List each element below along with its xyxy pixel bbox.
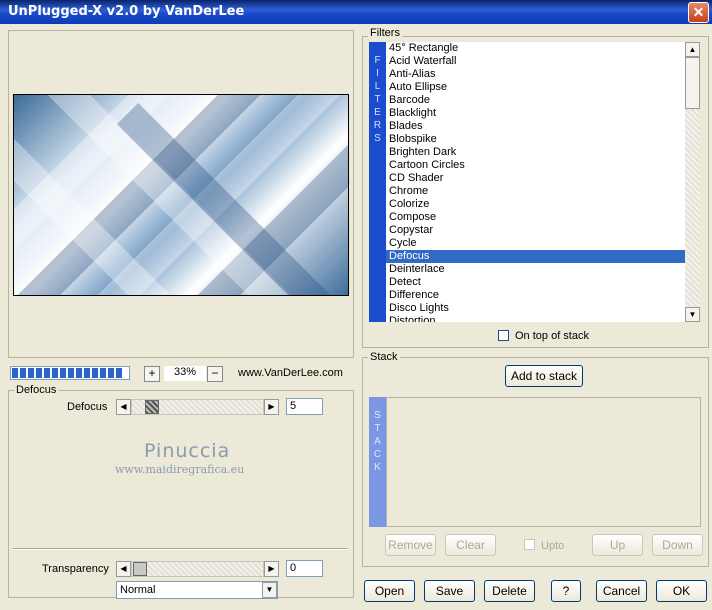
help-button[interactable]: ?	[551, 580, 581, 602]
filter-item[interactable]: Deinterlace	[386, 263, 685, 276]
watermark-url: www.maidiregrafica.eu	[115, 463, 245, 476]
progress-bar	[10, 366, 130, 380]
blend-mode-value: Normal	[120, 584, 156, 596]
close-button[interactable]: ✕	[688, 2, 709, 23]
vertical-letter: I	[376, 68, 379, 79]
filter-item[interactable]: Copystar	[386, 224, 685, 237]
vertical-letter: C	[373, 449, 382, 460]
upto-label: Upto	[541, 540, 565, 552]
watermark-name: Pinuccia	[144, 440, 231, 462]
remove-button[interactable]: Remove	[385, 534, 436, 556]
left-arrow-icon: ◀	[120, 564, 127, 573]
transparency-slider-thumb[interactable]	[133, 562, 147, 576]
open-button[interactable]: Open	[364, 580, 415, 602]
transparency-value-input[interactable]: 0	[286, 560, 323, 577]
right-arrow-icon: ▶	[268, 402, 275, 411]
stack-list[interactable]	[386, 397, 701, 527]
down-button[interactable]: Down	[652, 534, 703, 556]
title-bar[interactable]: UnPlugged-X v2.0 by VanDerLee ✕	[0, 0, 712, 24]
window-title: UnPlugged-X v2.0 by VanDerLee	[8, 4, 245, 19]
vertical-letter: F	[374, 55, 381, 66]
cancel-button[interactable]: Cancel	[596, 580, 647, 602]
settings-legend: Defocus	[14, 384, 59, 396]
right-arrow-icon: ▶	[268, 564, 275, 573]
zoom-value: 33%	[164, 366, 206, 381]
transparency-decrease-button[interactable]: ◀	[116, 561, 131, 577]
filters-legend: Filters	[368, 27, 402, 39]
scroll-up-button[interactable]: ▲	[685, 42, 700, 57]
transparency-increase-button[interactable]: ▶	[264, 561, 279, 577]
defocus-label: Defocus	[67, 401, 108, 413]
scroll-down-icon: ▼	[688, 310, 697, 319]
on-top-label: On top of stack	[515, 330, 589, 342]
filter-item[interactable]: Anti-Alias	[386, 68, 685, 81]
filter-item[interactable]: Blobspike	[386, 133, 685, 146]
scroll-down-button[interactable]: ▼	[685, 307, 700, 322]
transparency-label: Transparency	[42, 563, 109, 575]
filter-item[interactable]: Compose	[386, 211, 685, 224]
filter-item[interactable]: Disco Lights	[386, 302, 685, 315]
transparency-slider-track[interactable]	[131, 561, 264, 577]
vertical-letter: E	[374, 107, 381, 118]
minus-icon: −	[211, 366, 219, 380]
filter-item[interactable]: Blacklight	[386, 107, 685, 120]
defocus-increase-button[interactable]: ▶	[264, 399, 279, 415]
plus-icon: +	[148, 366, 156, 380]
filter-item[interactable]: Detect	[386, 276, 685, 289]
clear-button[interactable]: Clear	[445, 534, 496, 556]
filter-item[interactable]: Cartoon Circles	[386, 159, 685, 172]
scroll-up-icon: ▲	[688, 45, 697, 54]
add-to-stack-button[interactable]: Add to stack	[505, 365, 583, 387]
divider	[12, 548, 348, 550]
vertical-letter: R	[373, 120, 382, 131]
save-button[interactable]: Save	[424, 580, 475, 602]
blend-mode-select[interactable]: Normal ▼	[116, 581, 278, 599]
defocus-value-input[interactable]: 5	[286, 398, 323, 415]
on-top-checkbox[interactable]	[498, 330, 509, 341]
filters-vertical-label: FILTERS	[369, 42, 386, 322]
vertical-letter: L	[374, 81, 381, 92]
vertical-letter: S	[374, 410, 381, 421]
defocus-slider-thumb[interactable]	[145, 400, 159, 414]
vertical-letter: K	[374, 462, 381, 473]
filters-list[interactable]: 45° Rectangle Acid Waterfall Anti-Alias Aut…	[386, 42, 685, 322]
website-link[interactable]: www.VanDerLee.com	[238, 367, 343, 379]
delete-button[interactable]: Delete	[484, 580, 535, 602]
filters-scrollbar[interactable]: ▲ ▼	[685, 42, 700, 322]
vertical-letter: T	[374, 423, 381, 434]
stack-vertical-label: STACK	[369, 397, 386, 527]
zoom-out-button[interactable]: −	[207, 366, 223, 382]
filter-item[interactable]: 45° Rectangle	[386, 42, 685, 55]
filter-item[interactable]: Auto Ellipse	[386, 81, 685, 94]
filter-item[interactable]: Difference	[386, 289, 685, 302]
filter-item[interactable]: Cycle	[386, 237, 685, 250]
close-icon: ✕	[692, 4, 705, 20]
filter-item[interactable]: Colorize	[386, 198, 685, 211]
filter-item[interactable]: Blades	[386, 120, 685, 133]
vertical-letter: T	[374, 94, 381, 105]
filter-item[interactable]: Acid Waterfall	[386, 55, 685, 68]
filter-item[interactable]: Defocus	[386, 250, 685, 263]
filter-item[interactable]: Distortion	[386, 315, 685, 322]
zoom-in-button[interactable]: +	[144, 366, 160, 382]
preview-image[interactable]	[13, 94, 349, 296]
upto-checkbox[interactable]	[524, 539, 535, 550]
stack-legend: Stack	[368, 351, 400, 363]
left-arrow-icon: ◀	[120, 402, 127, 411]
vertical-letter: A	[374, 436, 381, 447]
filter-item[interactable]: Barcode	[386, 94, 685, 107]
defocus-decrease-button[interactable]: ◀	[116, 399, 131, 415]
chevron-down-icon[interactable]: ▼	[262, 582, 277, 598]
scroll-thumb[interactable]	[685, 57, 700, 109]
ok-button[interactable]: OK	[656, 580, 707, 602]
vertical-letter: S	[374, 133, 381, 144]
up-button[interactable]: Up	[592, 534, 643, 556]
filter-item[interactable]: Brighten Dark	[386, 146, 685, 159]
filter-item[interactable]: CD Shader	[386, 172, 685, 185]
filter-item[interactable]: Chrome	[386, 185, 685, 198]
